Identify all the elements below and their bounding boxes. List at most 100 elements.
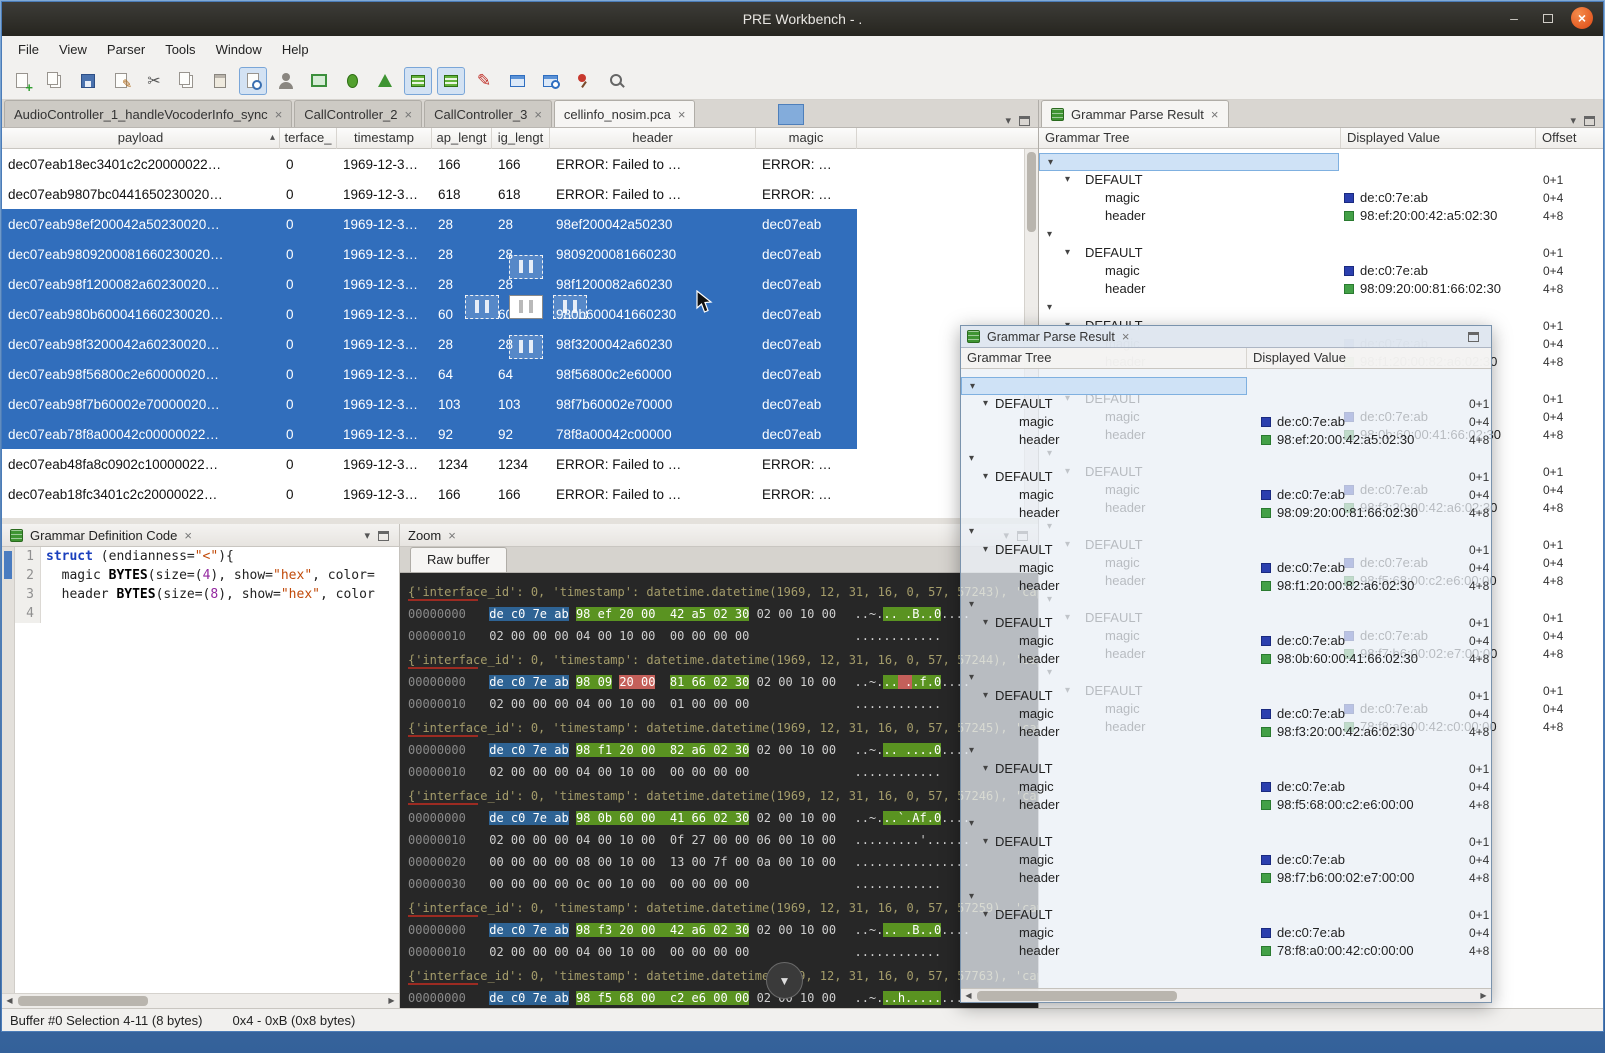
- tree-default-row[interactable]: ▾ DEFAULT 0+1: [961, 833, 1491, 851]
- col-grammar-tree[interactable]: Grammar Tree: [961, 348, 1052, 368]
- tree-root-row[interactable]: ▾: [1039, 299, 1603, 317]
- tree-default-row[interactable]: ▾ DEFAULT 0+1: [1039, 171, 1603, 189]
- hex-line[interactable]: 00000010 02 00 00 00 04 00 10 00 00 00 0…: [408, 625, 1038, 647]
- tree-magic-row[interactable]: magic de:c0:7e:ab 0+4: [961, 413, 1491, 431]
- tree-magic-row[interactable]: magic de:c0:7e:ab 0+4: [961, 705, 1491, 723]
- col-displayed-value[interactable]: Displayed Value: [1340, 128, 1535, 148]
- chevron-down-icon[interactable]: ▾: [1047, 299, 1052, 317]
- code-line[interactable]: 2 magic BYTES(size=(4), show="hex", colo…: [15, 566, 399, 585]
- grammar-button[interactable]: [371, 67, 399, 95]
- save-button[interactable]: [74, 67, 102, 95]
- close-icon[interactable]: ×: [1122, 329, 1130, 344]
- dock-dropdown-icon[interactable]: ▾: [1570, 114, 1576, 127]
- chevron-down-icon[interactable]: ▾: [983, 906, 988, 924]
- screenshot-button[interactable]: [305, 67, 333, 95]
- scroll-down-indicator[interactable]: ▼: [766, 962, 803, 999]
- tree-header-row[interactable]: header 98:f7:b6:00:02:e7:00:00 4+8: [961, 869, 1491, 887]
- column-header[interactable]: header: [550, 128, 756, 149]
- chevron-down-icon[interactable]: ▾: [969, 888, 974, 906]
- menu-item[interactable]: Tools: [155, 38, 205, 61]
- open-file-button[interactable]: [41, 67, 69, 95]
- float-icon[interactable]: [378, 531, 389, 541]
- tree-header-row[interactable]: header 98:09:20:00:81:66:02:30 4+8: [961, 504, 1491, 522]
- paste-button[interactable]: [206, 67, 234, 95]
- hex-line[interactable]: 00000000 de c0 7e ab 98 ef 20 00 42 a5 0…: [408, 603, 1038, 625]
- grid-view-2-button[interactable]: [437, 67, 465, 95]
- tree-root-row[interactable]: ▾: [1039, 226, 1603, 244]
- floating-parse-result-window[interactable]: Grammar Parse Result × Grammar Tree Disp…: [960, 325, 1492, 1003]
- scrollbar-thumb[interactable]: [18, 996, 148, 1006]
- minimize-button[interactable]: –: [1503, 7, 1525, 29]
- edit-file-button[interactable]: [107, 67, 135, 95]
- maximize-button[interactable]: [1537, 7, 1559, 29]
- table-row[interactable]: dec07eab98f3200042a60230020… 0 1969-12-3…: [2, 329, 857, 359]
- hex-line[interactable]: 00000000 de c0 7e ab 98 f5 68 00 c2 e6 0…: [408, 987, 1038, 1008]
- code-line[interactable]: 3 header BYTES(size=(8), show="hex", col…: [15, 585, 399, 604]
- annotate-button[interactable]: [470, 67, 498, 95]
- chevron-down-icon[interactable]: ▾: [969, 523, 974, 541]
- tree-header-row[interactable]: header 98:f3:20:00:42:a6:02:30 4+8: [961, 723, 1491, 741]
- chevron-down-icon[interactable]: ▾: [969, 450, 974, 468]
- document-tab[interactable]: cellinfo_nosim.pca ×: [554, 100, 696, 127]
- column-header[interactable]: ig_lengt: [492, 128, 550, 149]
- table-row[interactable]: dec07eab980b600041660230020… 0 1969-12-3…: [2, 299, 857, 329]
- tree-root-row[interactable]: ▾: [961, 523, 1491, 541]
- col-grammar-tree[interactable]: Grammar Tree: [1039, 128, 1130, 148]
- tree-root-row[interactable]: ▾: [961, 742, 1491, 760]
- menu-item[interactable]: Help: [272, 38, 319, 61]
- chevron-down-icon[interactable]: ▾: [969, 815, 974, 833]
- column-header[interactable]: timestamp: [337, 128, 432, 149]
- new-window-button[interactable]: [503, 67, 531, 95]
- tree-root-row[interactable]: ▾: [961, 450, 1491, 468]
- chevron-down-icon[interactable]: ▾: [969, 742, 974, 760]
- code-line[interactable]: 4: [15, 604, 399, 623]
- tree-magic-row[interactable]: magic de:c0:7e:ab 0+4: [961, 778, 1491, 796]
- new-file-button[interactable]: [8, 67, 36, 95]
- table-row[interactable]: dec07eab98f56800c2e60000020… 0 1969-12-3…: [2, 359, 857, 389]
- hex-line[interactable]: 00000010 02 00 00 00 04 00 10 00 00 00 0…: [408, 761, 1038, 783]
- tree-header-row[interactable]: header 98:09:20:00:81:66:02:30 4+8: [1039, 280, 1603, 298]
- search-button[interactable]: [602, 67, 630, 95]
- column-header[interactable]: terface_: [280, 128, 337, 149]
- menu-item[interactable]: File: [8, 38, 49, 61]
- close-icon[interactable]: ×: [184, 528, 192, 543]
- table-row[interactable]: dec07eab78f8a00042c00000022… 0 1969-12-3…: [2, 419, 857, 449]
- hex-line[interactable]: 00000000 de c0 7e ab 98 0b 60 00 41 66 0…: [408, 807, 1038, 829]
- column-header[interactable]: magic: [756, 128, 857, 149]
- tree-magic-row[interactable]: magic de:c0:7e:ab 0+4: [961, 486, 1491, 504]
- close-button[interactable]: ×: [1571, 7, 1593, 29]
- tree-root-row[interactable]: ▾: [961, 669, 1491, 687]
- tree-default-row[interactable]: ▾ DEFAULT 0+1: [961, 687, 1491, 705]
- parse-button[interactable]: [239, 67, 267, 95]
- tree-header-row[interactable]: header 98:f1:20:00:82:a6:02:30 4+8: [961, 577, 1491, 595]
- hex-line[interactable]: 00000000 de c0 7e ab 98 f1 20 00 82 a6 0…: [408, 739, 1038, 761]
- tree-header-row[interactable]: header 98:f5:68:00:c2:e6:00:00 4+8: [961, 796, 1491, 814]
- document-tab[interactable]: AudioController_1_handleVocoderInfo_sync…: [4, 100, 292, 127]
- tree-default-row[interactable]: ▾ DEFAULT 0+1: [961, 395, 1491, 413]
- zoom-panel-header[interactable]: Zoom × ▾: [400, 524, 1038, 547]
- grid-view-button[interactable]: [404, 67, 432, 95]
- panel-dropdown-icon[interactable]: ▾: [364, 529, 370, 542]
- chevron-down-icon[interactable]: ▾: [983, 687, 988, 705]
- tree-header-row[interactable]: header 78:f8:a0:00:42:c0:00:00 4+8: [961, 942, 1491, 960]
- tree-default-row[interactable]: ▾ DEFAULT 0+1: [961, 614, 1491, 632]
- detach-icon[interactable]: [1019, 116, 1030, 126]
- tree-header-row[interactable]: header 98:0b:60:00:41:66:02:30 4+8: [961, 650, 1491, 668]
- chevron-down-icon[interactable]: ▾: [983, 541, 988, 559]
- chevron-down-icon[interactable]: ▾: [983, 468, 988, 486]
- tree-header-row[interactable]: header 98:ef:20:00:42:a5:02:30 4+8: [961, 431, 1491, 449]
- close-icon[interactable]: ×: [275, 107, 283, 122]
- tree-default-row[interactable]: ▾ DEFAULT 0+1: [1039, 244, 1603, 262]
- close-icon[interactable]: ×: [678, 107, 686, 122]
- chevron-down-icon[interactable]: ▾: [1047, 226, 1052, 244]
- tree-default-row[interactable]: ▾ DEFAULT 0+1: [961, 760, 1491, 778]
- hex-line[interactable]: 00000030 00 00 00 00 0c 00 10 00 00 00 0…: [408, 873, 1038, 895]
- chevron-down-icon[interactable]: ▾: [969, 596, 974, 614]
- chevron-down-icon[interactable]: ▾: [983, 833, 988, 851]
- hex-line[interactable]: 00000010 02 00 00 00 04 00 10 00 01 00 0…: [408, 693, 1038, 715]
- table-row[interactable]: dec07eab18ec3401c2c20000022… 0 1969-12-3…: [2, 149, 857, 179]
- code-editor[interactable]: 1 struct (endianness="<"){ 2 magic BYTES…: [2, 547, 399, 993]
- chevron-down-icon[interactable]: ▾: [983, 395, 988, 413]
- float-icon[interactable]: [1584, 116, 1595, 126]
- table-row[interactable]: dec07eab98f1200082a60230020… 0 1969-12-3…: [2, 269, 857, 299]
